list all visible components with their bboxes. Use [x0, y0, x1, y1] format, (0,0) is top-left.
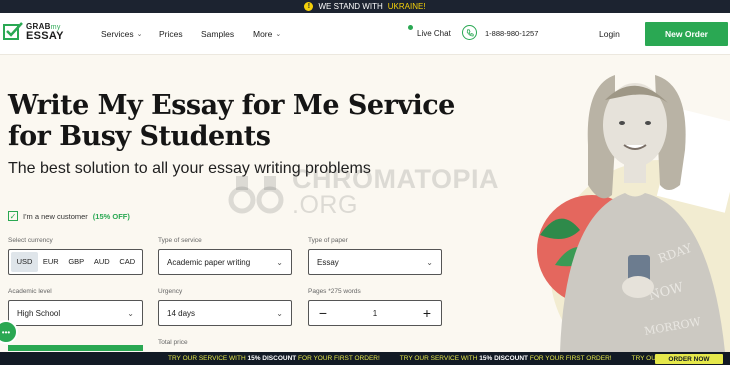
urgency-select[interactable]: 14 days ⌄ — [158, 300, 292, 326]
logo-check-icon — [3, 22, 23, 40]
new-order-button[interactable]: New Order — [645, 22, 728, 46]
currency-eur[interactable]: EUR — [38, 252, 64, 272]
promo-message: TRY OUR SERVICE WITH 15% DISCOUNT FOR YO… — [168, 355, 380, 362]
pages-value[interactable]: 1 — [373, 309, 377, 318]
login-link[interactable]: Login — [599, 29, 620, 39]
nav-more[interactable]: More ⌄ — [253, 29, 281, 39]
chevron-down-icon: ⌄ — [136, 31, 143, 38]
site-header: GRABmy ESSAY Services ⌄ Prices Samples M… — [0, 13, 730, 55]
currency-cad[interactable]: CAD — [115, 252, 141, 272]
plus-icon[interactable]: + — [421, 305, 433, 321]
nav-prices[interactable]: Prices — [159, 29, 183, 39]
nav-samples[interactable]: Samples — [201, 29, 234, 39]
chevron-down-icon: ⌄ — [276, 257, 283, 267]
banner-highlight: UKRAINE! — [387, 2, 426, 11]
paper-select[interactable]: Essay ⌄ — [308, 249, 442, 275]
service-select[interactable]: Academic paper writing ⌄ — [158, 249, 292, 275]
nav-services[interactable]: Services ⌄ — [101, 29, 142, 39]
new-customer-checkbox[interactable]: ✓ I'm a new customer (15% OFF) — [8, 211, 130, 221]
minus-icon[interactable]: − — [317, 305, 329, 321]
chat-icon[interactable]: ••• — [0, 320, 18, 344]
banner-text: WE STAND WITH — [318, 2, 383, 11]
ukraine-banner: ! WE STAND WITH UKRAINE! — [0, 0, 730, 13]
level-label: Academic level — [8, 288, 52, 295]
checkmark-icon[interactable]: ✓ — [8, 211, 18, 221]
page-title: Write My Essay for Me Service for Busy S… — [8, 90, 455, 152]
currency-gbp[interactable]: GBP — [64, 252, 90, 272]
currency-selector: USD EUR GBP AUD CAD — [8, 249, 143, 275]
promo-message: TRY OUR SERVICE WITH 15% DISCOUNT FOR YO… — [399, 355, 612, 362]
paper-label: Type of paper — [308, 237, 348, 244]
currency-aud[interactable]: AUD — [89, 252, 115, 272]
chevron-down-icon: ⌄ — [275, 31, 282, 38]
chevron-down-icon: ⌄ — [426, 257, 433, 267]
promo-marquee: TRY OUR SERVICE WITH 15% DISCOUNT FOR YO… — [0, 352, 730, 365]
pages-stepper: − 1 + — [308, 300, 442, 326]
phone-number[interactable]: 1-888-980-1257 — [485, 29, 538, 38]
hero-student-image: RDAY NOW MORROW — [537, 75, 730, 352]
currency-label: Select currency — [8, 237, 53, 244]
chevron-down-icon: ⌄ — [276, 308, 283, 318]
logo-bottom: ESSAY — [26, 29, 64, 42]
logo[interactable]: GRABmy ESSAY — [3, 21, 64, 41]
order-button[interactable] — [8, 345, 143, 351]
info-icon: ! — [304, 2, 314, 11]
service-label: Type of service — [158, 237, 202, 244]
total-price-label: Total price — [158, 339, 188, 346]
binoculars-icon — [228, 176, 284, 214]
currency-usd[interactable]: USD — [11, 252, 38, 272]
order-now-button[interactable]: ORDER NOW — [655, 354, 723, 364]
pages-label: Pages *275 words — [308, 288, 361, 295]
academic-level-select[interactable]: High School ⌄ — [8, 300, 143, 326]
phone-icon[interactable] — [462, 25, 477, 40]
online-status-dot — [408, 25, 413, 30]
watermark: CHROMATOPIA .ORG — [228, 166, 499, 218]
live-chat-link[interactable]: Live Chat — [417, 29, 451, 38]
chevron-down-icon: ⌄ — [127, 308, 134, 318]
urgency-label: Urgency — [158, 288, 183, 295]
